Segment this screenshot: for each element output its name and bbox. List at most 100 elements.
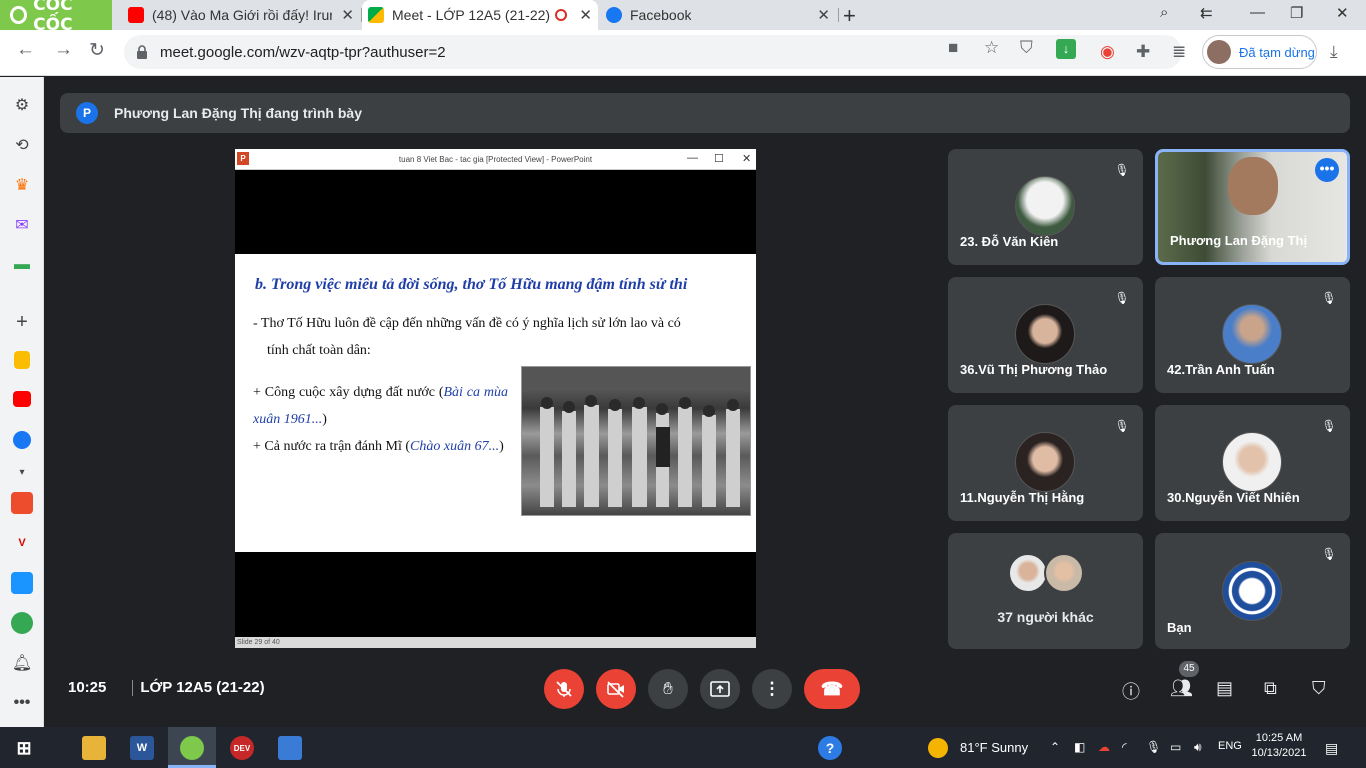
shield-icon[interactable]: ⛉ — [1020, 38, 1033, 58]
presentation-screen[interactable]: P tuan 8 Viet Bac - tac gia [Protected V… — [235, 149, 756, 648]
participant-tile[interactable]: 🎙︎ 42.Trần Anh Tuấn — [1155, 277, 1350, 393]
bell-icon[interactable]: 🔔︎ — [11, 652, 33, 674]
participant-tile[interactable]: 🎙︎ 11.Nguyễn Thị Hằng — [948, 405, 1143, 521]
youtube-icon — [128, 7, 144, 23]
clock-date: 10/13/2021 — [1251, 747, 1307, 759]
crown-icon[interactable]: ♛ — [11, 174, 33, 196]
activities-icon[interactable]: ⧉ — [1264, 678, 1277, 699]
more-icon[interactable]: ••• — [11, 692, 33, 714]
file-explorer-icon[interactable] — [82, 736, 106, 760]
participant-tile[interactable]: 🎙︎ 30.Nguyễn Viết Nhiên — [1155, 405, 1350, 521]
windows-start-icon[interactable]: ⊞ — [12, 736, 36, 760]
minimize-button[interactable]: — — [1250, 4, 1265, 21]
puzzle-icon[interactable]: ✚ — [1136, 42, 1150, 62]
back-arrow-icon[interactable]: ⇇ — [1200, 4, 1213, 22]
weather-text[interactable]: 81°F Sunny — [960, 740, 1028, 755]
extension-chrome-icon[interactable]: ◉ — [1100, 42, 1115, 62]
messenger-icon[interactable]: ✉ — [11, 214, 33, 236]
participant-name: 30.Nguyễn Viết Nhiên — [1167, 490, 1300, 505]
info-icon[interactable]: ⓘ — [1122, 678, 1140, 704]
back-button[interactable]: ← — [16, 39, 35, 61]
browser-sidebar: ⚙ ⟲ ♛ ✉ ▬ + ▾ V 🔔︎ ••• — [0, 77, 44, 727]
history-icon[interactable]: ⟲ — [11, 134, 33, 156]
mic-tray-icon[interactable]: 🎙︎ — [1146, 740, 1161, 754]
youtube-icon[interactable] — [13, 391, 31, 407]
facebook-icon[interactable] — [13, 431, 31, 449]
avatar — [1044, 553, 1084, 593]
notes-icon[interactable] — [14, 351, 30, 369]
chevron-up-icon[interactable]: ⌃ — [1050, 740, 1060, 754]
forward-button[interactable]: → — [54, 39, 73, 61]
presenting-banner: P Phương Lan Đặng Thị đang trình bày — [60, 93, 1350, 133]
others-tile[interactable]: 37 người khác — [948, 533, 1143, 649]
tab-title: (48) Vào Ma Giới rồi đấy! Irur — [152, 7, 332, 23]
battery-icon[interactable]: ▭ — [1170, 740, 1181, 754]
participant-tile[interactable]: 🎙︎ 36.Vũ Thị Phương Thảo — [948, 277, 1143, 393]
recording-dot-icon — [555, 9, 567, 21]
tab-meet[interactable]: Meet - LỚP 12A5 (21-22) ✕ — [362, 0, 598, 30]
powerpoint-statusbar: Slide 29 of 40 — [235, 637, 756, 648]
system-clock[interactable]: 10:25 AM 10/13/2021 — [1250, 731, 1308, 761]
bookmark-star-icon[interactable]: ☆ — [984, 38, 999, 58]
download-icon[interactable]: ↓ — [1056, 39, 1076, 59]
presenter-avatar: P — [76, 102, 98, 124]
close-tab-icon[interactable]: ✕ — [579, 6, 592, 24]
chevron-down-icon[interactable]: ▾ — [11, 461, 33, 483]
present-screen-button[interactable] — [700, 669, 740, 709]
sun-icon — [928, 738, 948, 758]
football-icon[interactable] — [11, 612, 33, 634]
dev-cpp-icon[interactable]: DEV — [230, 736, 254, 760]
camera-toggle-button[interactable] — [596, 669, 636, 709]
add-icon[interactable]: + — [11, 311, 33, 333]
wifi-icon[interactable]: ◜ — [1122, 740, 1127, 754]
coccoc-taskbar-icon[interactable] — [180, 736, 204, 760]
mic-off-icon: 🎙︎ — [1321, 291, 1337, 305]
participant-tile-speaking[interactable]: ••• Phương Lan Đặng Thị — [1155, 149, 1350, 265]
avatar — [1015, 176, 1075, 236]
help-icon[interactable]: ? — [818, 736, 842, 760]
photos-icon[interactable] — [278, 736, 302, 760]
more-options-button[interactable]: ⋮ — [752, 669, 792, 709]
meet-controls: 10:25 LỚP 12A5 (21-22) ✋︎ ⋮ ☎︎ ⓘ 45 👥︎ ▤… — [44, 650, 1366, 727]
tab-search-icon[interactable]: ⌕ — [1160, 4, 1168, 21]
input-language[interactable]: ENG — [1218, 740, 1242, 752]
settings-gear-icon[interactable]: ⚙ — [11, 94, 33, 116]
self-tile[interactable]: 🎙︎ Bạn — [1155, 533, 1350, 649]
gamepad-icon[interactable]: ▬ — [11, 254, 33, 276]
word-icon[interactable]: W — [130, 736, 154, 760]
shopee-icon[interactable] — [11, 492, 33, 514]
end-call-button[interactable]: ☎︎ — [804, 669, 860, 709]
participant-name: 23. Đỗ Văn Kiên — [960, 234, 1059, 249]
participant-tile[interactable]: 🎙︎ 23. Đỗ Văn Kiên — [948, 149, 1143, 265]
tab-youtube[interactable]: (48) Vào Ma Giới rồi đấy! Irur ✕ — [120, 0, 360, 30]
close-tab-icon[interactable]: ✕ — [341, 6, 354, 24]
chat-icon[interactable]: ▤ — [1216, 678, 1233, 699]
downloads-icon[interactable]: ⤓ — [1330, 42, 1338, 62]
camera-icon[interactable]: ■ — [948, 38, 958, 58]
close-window-button[interactable]: ✕ — [1336, 4, 1349, 22]
new-tab-button[interactable]: + — [843, 3, 856, 29]
webcam-icon[interactable]: ◧ — [1074, 740, 1085, 754]
more-options-icon[interactable]: ••• — [1315, 158, 1339, 182]
raise-hand-button[interactable]: ✋︎ — [648, 669, 688, 709]
close-tab-icon[interactable]: ✕ — [817, 6, 830, 24]
profile-paused-button[interactable]: Đã tạm dừng — [1202, 35, 1317, 69]
restore-button[interactable]: ❐ — [1290, 4, 1303, 22]
coccoc-menu-button[interactable]: CỐC CỐC — [0, 0, 112, 35]
meeting-clock: 10:25 — [68, 679, 107, 696]
host-controls-icon[interactable]: ⛉ — [1312, 678, 1326, 699]
reading-list-icon[interactable]: ≣ — [1172, 42, 1186, 62]
cloud-icon[interactable]: ☁ — [1098, 740, 1110, 754]
people-icon[interactable]: 👥︎ — [1170, 678, 1193, 699]
powerpoint-icon: P — [237, 152, 249, 165]
reload-button[interactable]: ↻ — [89, 39, 105, 62]
tab-title: Facebook — [630, 7, 692, 23]
slide-title: b. Trong việc miêu tả đời sống, thơ Tố H… — [255, 276, 688, 293]
notification-icon[interactable]: ▤ — [1325, 740, 1338, 757]
tiki-icon[interactable] — [11, 572, 33, 594]
mic-toggle-button[interactable] — [544, 669, 584, 709]
vtv-go-icon[interactable]: V — [11, 532, 33, 554]
tab-facebook[interactable]: Facebook ✕ — [600, 0, 836, 30]
others-count: 37 người khác — [997, 609, 1094, 625]
volume-icon[interactable]: 🔊︎ — [1194, 740, 1202, 755]
